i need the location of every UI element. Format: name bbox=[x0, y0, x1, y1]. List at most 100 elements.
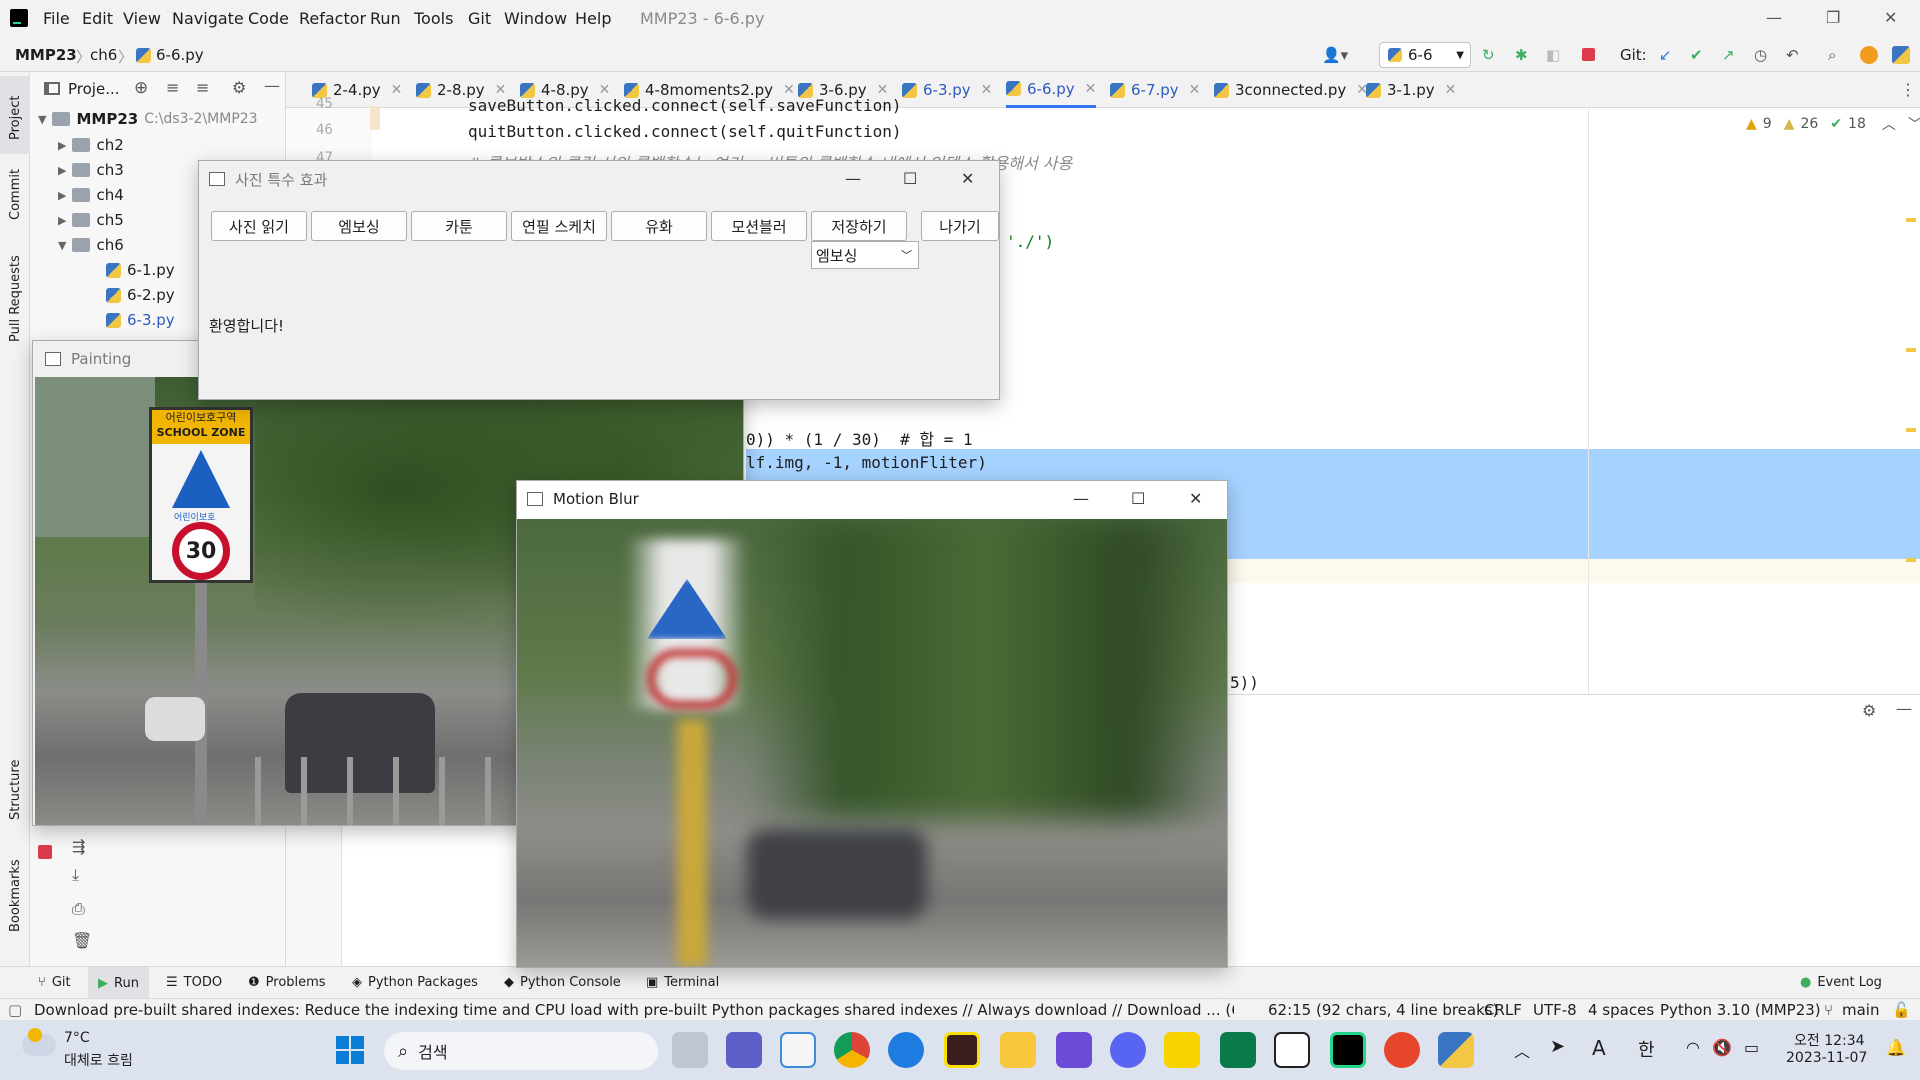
tool-tab-python-console[interactable]: ◆ Python Console bbox=[504, 975, 621, 990]
close-icon[interactable]: ✕ bbox=[1189, 489, 1202, 508]
project-view-select[interactable]: Proje... bbox=[68, 80, 120, 98]
tool-tab-run[interactable]: ▶ Run bbox=[88, 967, 149, 999]
close-tab-icon[interactable]: ✕ bbox=[1085, 81, 1097, 97]
task-view-icon[interactable] bbox=[672, 1032, 708, 1068]
chevron-up-icon[interactable]: ︿ bbox=[1514, 1038, 1530, 1062]
python-icon[interactable] bbox=[1438, 1032, 1474, 1068]
minimize-icon[interactable]: — bbox=[845, 169, 861, 188]
read-photo-button[interactable]: 사진 읽기 bbox=[211, 211, 307, 241]
menu-navigate[interactable]: Navigate bbox=[172, 9, 244, 28]
soft-wrap-icon[interactable]: ⇶ bbox=[72, 837, 85, 856]
menu-file[interactable]: File bbox=[43, 9, 70, 28]
menu-git[interactable]: Git bbox=[468, 9, 491, 28]
tool-tab-pull-requests[interactable]: Pull Requests bbox=[8, 255, 23, 342]
menu-code[interactable]: Code bbox=[248, 9, 289, 28]
more-tabs-icon[interactable]: ⋮ bbox=[1900, 80, 1916, 99]
minimize-icon[interactable]: — bbox=[1073, 489, 1089, 508]
emboss-button[interactable]: 엠보싱 bbox=[311, 211, 407, 241]
chrome-icon[interactable] bbox=[834, 1032, 870, 1068]
cartoon-button[interactable]: 카툰 bbox=[411, 211, 507, 241]
debug-icon[interactable]: ✱ bbox=[1515, 46, 1528, 64]
search-icon[interactable]: ⌕ bbox=[1828, 46, 1836, 64]
menu-run[interactable]: Run bbox=[370, 9, 401, 28]
tree-folder-ch6[interactable]: ▼ ch6 bbox=[58, 236, 124, 254]
sticky-notes-icon[interactable] bbox=[1164, 1032, 1200, 1068]
settings-icon[interactable]: ⚙ bbox=[232, 78, 246, 97]
git-branch[interactable]: main bbox=[1842, 1001, 1879, 1019]
python-logo-icon[interactable] bbox=[1892, 46, 1910, 64]
tool-tab-bookmarks[interactable]: Bookmarks bbox=[8, 859, 23, 932]
notification-bell-icon[interactable]: 🔔 bbox=[1886, 1038, 1906, 1057]
hide-panel-icon[interactable]: — bbox=[264, 76, 280, 95]
indent-setting[interactable]: 4 spaces bbox=[1588, 1001, 1654, 1019]
maximize-icon[interactable]: ☐ bbox=[1131, 489, 1145, 508]
maximize-icon[interactable]: ☐ bbox=[903, 169, 917, 188]
discord-icon[interactable] bbox=[1110, 1032, 1146, 1068]
close-tab-icon[interactable]: ✕ bbox=[981, 82, 993, 98]
status-message[interactable]: Download pre-built shared indexes: Reduc… bbox=[34, 1001, 1234, 1019]
ime-han[interactable]: 한 bbox=[1638, 1036, 1655, 1062]
locate-icon[interactable]: ⊕ bbox=[134, 78, 148, 98]
settings-icon[interactable]: ⚙ bbox=[1862, 701, 1876, 720]
line-separator[interactable]: CRLF bbox=[1484, 1001, 1522, 1019]
tree-folder-ch2[interactable]: ▶ ch2 bbox=[58, 136, 124, 154]
volume-mute-icon[interactable]: 🔇 bbox=[1712, 1038, 1732, 1057]
breadcrumb-file[interactable]: 6-6.py bbox=[156, 46, 204, 64]
tree-file-6-3[interactable]: 6-3.py bbox=[106, 311, 175, 329]
tool-tab-todo[interactable]: ☰ TODO bbox=[166, 975, 222, 990]
tool-tab-terminal[interactable]: ▣ Terminal bbox=[646, 975, 719, 990]
print-icon[interactable]: ⎙ bbox=[72, 899, 85, 919]
rerun-icon[interactable]: ↻ bbox=[1482, 46, 1495, 64]
close-icon[interactable]: ✕ bbox=[1884, 8, 1897, 27]
editor-tab[interactable]: 6-3.py ✕ bbox=[902, 72, 992, 108]
editor-tab[interactable]: 6-7.py ✕ bbox=[1110, 72, 1200, 108]
file-explorer-icon[interactable] bbox=[1000, 1032, 1036, 1068]
motion-blur-button[interactable]: 모션블러 bbox=[711, 211, 807, 241]
trash-icon[interactable]: 🗑 bbox=[72, 931, 92, 950]
editor-tab[interactable]: 3connected.py ✕ bbox=[1214, 72, 1368, 108]
tool-tab-python-packages[interactable]: ◈ Python Packages bbox=[352, 975, 478, 990]
git-push-icon[interactable]: ↗ bbox=[1722, 46, 1735, 64]
collapse-all-icon[interactable]: ≡ bbox=[196, 78, 209, 97]
pencil-sketch-button[interactable]: 연필 스케치 bbox=[511, 211, 607, 241]
close-tab-icon[interactable]: ✕ bbox=[1189, 82, 1201, 98]
stop-icon[interactable] bbox=[1582, 48, 1595, 61]
ime-mode[interactable]: A bbox=[1592, 1036, 1606, 1060]
menu-view[interactable]: View bbox=[123, 9, 161, 28]
minimize-icon[interactable]: — bbox=[1766, 8, 1782, 27]
git-rollback-icon[interactable]: ↶ bbox=[1786, 46, 1799, 64]
store-icon[interactable] bbox=[780, 1032, 816, 1068]
menu-tools[interactable]: Tools bbox=[414, 9, 453, 28]
teams-icon[interactable] bbox=[726, 1032, 762, 1068]
exit-button[interactable]: 나가기 bbox=[921, 211, 999, 241]
close-icon[interactable]: ✕ bbox=[961, 169, 974, 188]
caret-position[interactable]: 62:15 (92 chars, 4 line breaks) bbox=[1268, 1001, 1498, 1019]
restore-icon[interactable]: ❐ bbox=[1826, 8, 1840, 27]
update-icon[interactable] bbox=[1860, 46, 1878, 64]
wifi-icon[interactable]: ◠ bbox=[1686, 1038, 1700, 1057]
ea-icon[interactable] bbox=[1384, 1032, 1420, 1068]
save-button[interactable]: 저장하기 bbox=[811, 211, 907, 241]
interpreter[interactable]: Python 3.10 (MMP23) bbox=[1660, 1001, 1821, 1019]
effect-combobox[interactable]: 엠보싱 ﹀ bbox=[811, 241, 919, 269]
tree-folder-ch5[interactable]: ▶ ch5 bbox=[58, 211, 124, 229]
weather-temp[interactable]: 7°C bbox=[64, 1030, 90, 1046]
taskbar-search[interactable]: ⌕ 검색 bbox=[384, 1032, 658, 1070]
menu-window[interactable]: Window bbox=[504, 9, 567, 28]
git-update-icon[interactable]: ↙ bbox=[1659, 46, 1672, 64]
close-tab-icon[interactable]: ✕ bbox=[1445, 82, 1457, 98]
git-history-icon[interactable]: ◷ bbox=[1754, 46, 1767, 64]
stop-run-icon[interactable] bbox=[38, 845, 52, 859]
lock-icon[interactable]: 🔓 bbox=[1892, 1001, 1911, 1019]
tool-tab-git[interactable]: ⑂ Git bbox=[38, 975, 71, 990]
tree-folder-ch4[interactable]: ▶ ch4 bbox=[58, 186, 124, 204]
hide-panel-icon[interactable]: — bbox=[1896, 699, 1912, 718]
git-commit-icon[interactable]: ✔ bbox=[1690, 46, 1703, 64]
breadcrumb-folder[interactable]: ch6 bbox=[90, 46, 117, 64]
tool-tab-problems[interactable]: ❶ Problems bbox=[248, 975, 326, 990]
user-icon[interactable]: 👤▾ bbox=[1322, 46, 1348, 64]
pycharm-icon[interactable] bbox=[1330, 1032, 1366, 1068]
calendar-icon[interactable] bbox=[1220, 1032, 1256, 1068]
menu-edit[interactable]: Edit bbox=[82, 9, 113, 28]
notion-icon[interactable] bbox=[1274, 1032, 1310, 1068]
